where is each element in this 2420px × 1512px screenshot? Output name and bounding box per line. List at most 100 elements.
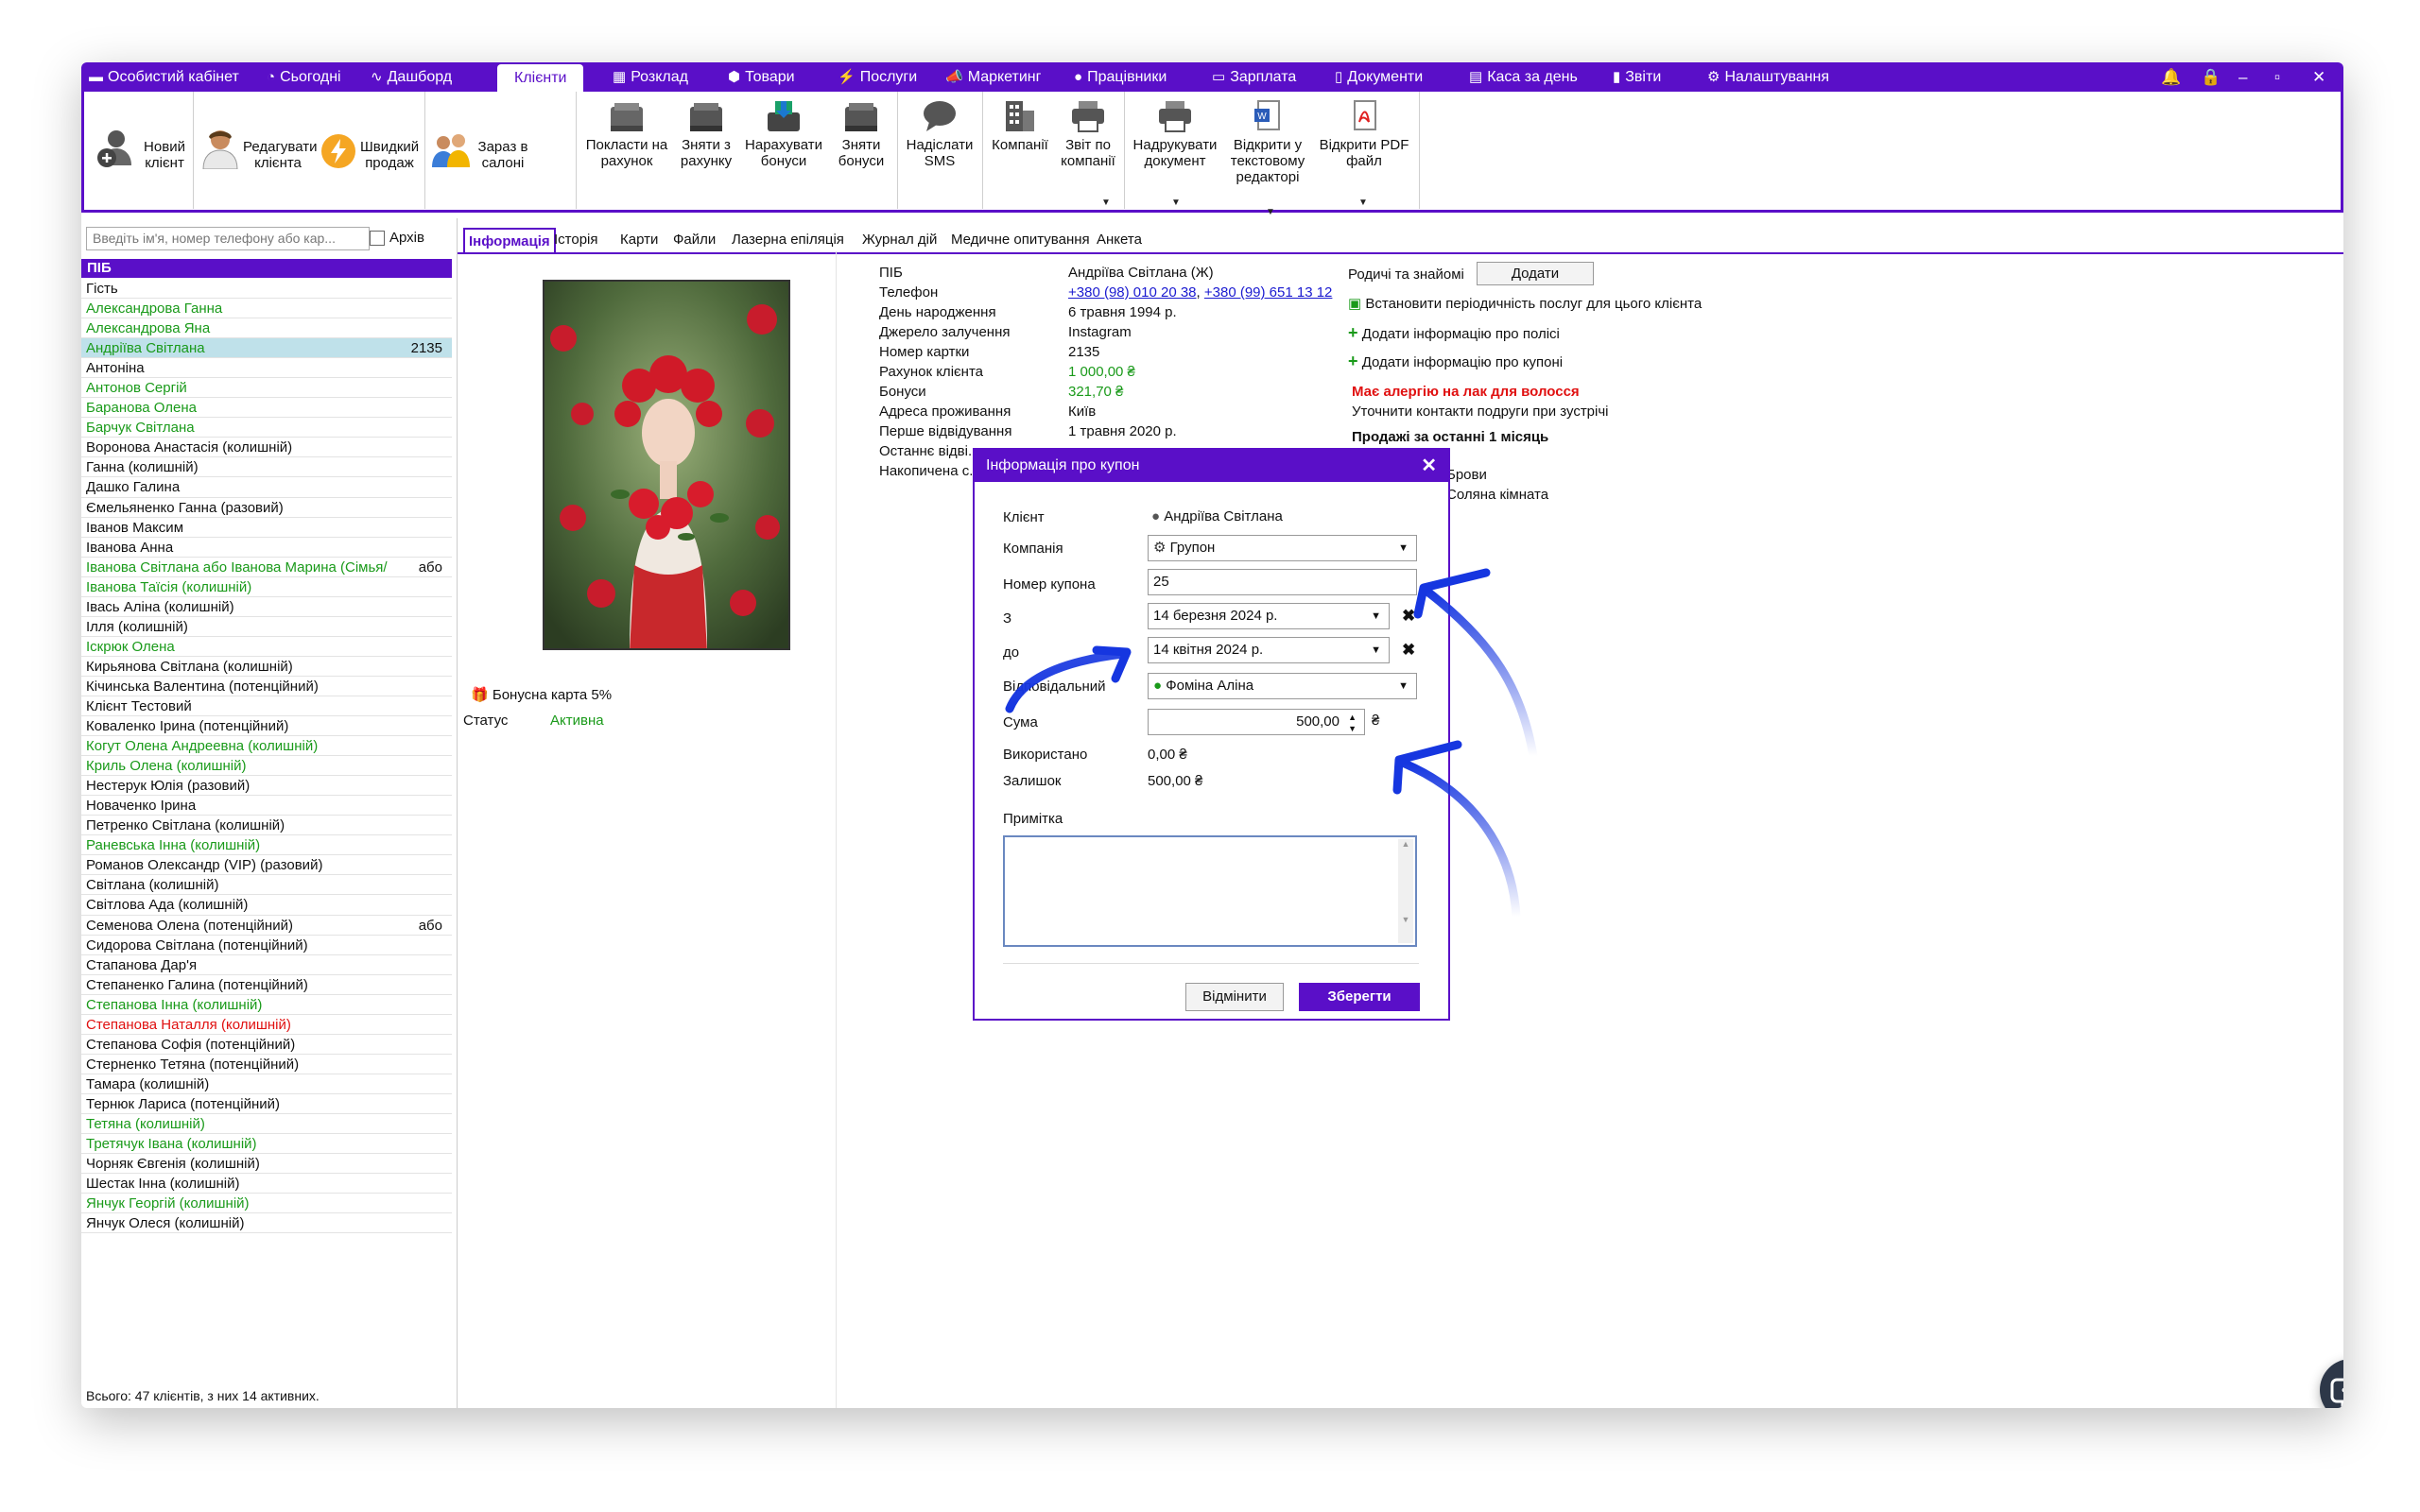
client-row[interactable]: Барчук Світлана [81, 418, 452, 438]
client-row[interactable]: Петренко Світлана (колишній) [81, 816, 452, 836]
withdraw-from-account-button[interactable]: Зняти з рахунку [676, 99, 736, 169]
client-row[interactable]: Степанова Софія (потенційний) [81, 1035, 452, 1055]
chevron-down-icon[interactable]: ▼ [1101, 198, 1111, 208]
client-row[interactable]: Сидорова Світлана (потенційний) [81, 936, 452, 955]
print-document-button[interactable]: Надрукувати документ [1130, 99, 1220, 169]
menu-today[interactable]: ◔ Сьогодні [267, 62, 341, 92]
tab-history[interactable]: Історія [554, 228, 598, 252]
client-row[interactable]: Степанова Наталля (колишній) [81, 1015, 452, 1035]
client-row[interactable]: Новаченко Ірина [81, 796, 452, 816]
bell-icon[interactable]: 🔔 [2161, 62, 2181, 92]
client-row[interactable]: Іскрюк Олена [81, 637, 452, 657]
menu-reports[interactable]: ▮ Звіти [1613, 62, 1661, 92]
client-photo[interactable] [543, 280, 790, 650]
add-coupon-link[interactable]: + Додати інформацію про купоні [1348, 352, 1563, 371]
menu-employees[interactable]: ● Працівники [1074, 62, 1167, 92]
client-row[interactable]: Степанова Інна (колишній) [81, 995, 452, 1015]
quick-sale-button[interactable]: Швидкий продаж [360, 139, 419, 171]
menu-clients[interactable]: Клієнти [497, 64, 584, 92]
client-row[interactable]: Тернюк Лариса (потенційний) [81, 1094, 452, 1114]
client-row[interactable]: Романов Олександр (VIP) (разовий) [81, 855, 452, 876]
client-row[interactable]: Шестак Інна (колишній) [81, 1174, 452, 1194]
client-row[interactable]: Раневська Інна (колишній) [81, 835, 452, 856]
client-row[interactable]: Третячук Івана (колишній) [81, 1134, 452, 1155]
client-row[interactable]: Стапанова Дар'я [81, 955, 452, 975]
client-row[interactable]: Стерненко Тетяна (потенційний) [81, 1055, 452, 1074]
client-row[interactable]: Семенова Олена (потенційний) або [81, 916, 452, 936]
menu-personal-cabinet[interactable]: ▬ Особистий кабінет [89, 62, 239, 92]
client-row[interactable]: Янчук Георгій (колишній) [81, 1194, 452, 1214]
chevron-down-icon[interactable]: ▼ [1266, 207, 1275, 217]
menu-daily-cash[interactable]: ▤ Каса за день [1469, 62, 1578, 92]
open-pdf-button[interactable]: Відкрити PDF файл [1313, 99, 1415, 169]
chat-support-button[interactable] [2320, 1359, 2343, 1408]
client-row[interactable]: Іванов Максим [81, 518, 452, 538]
client-row[interactable]: Світлана (колишній) [81, 875, 452, 896]
tab-questionnaire[interactable]: Анкета [1097, 228, 1142, 252]
menu-dashboard[interactable]: ∿ Дашборд [371, 62, 452, 92]
client-row[interactable]: Александрова Яна [81, 318, 452, 339]
tab-info[interactable]: Інформація [463, 228, 556, 252]
client-row[interactable]: Тетяна (колишній) [81, 1114, 452, 1135]
lock-icon[interactable]: 🔒 [2201, 62, 2221, 92]
note-textarea[interactable]: ▲ ▼ [1003, 835, 1417, 947]
client-row[interactable]: Іванова Анна [81, 538, 452, 558]
menu-services[interactable]: ⚡ Послуги [838, 62, 917, 92]
new-client-button[interactable]: Новий клієнт [141, 139, 188, 171]
client-row[interactable]: Іванова Таїсія (колишній) [81, 577, 452, 597]
clear-to-icon[interactable]: ✖ [1402, 641, 1415, 660]
client-row[interactable]: Кирьянова Світлана (колишній) [81, 657, 452, 677]
close-icon[interactable]: ✕ [1421, 450, 1437, 482]
client-row[interactable]: Андріїва Світлана 2135 [81, 338, 452, 359]
archive-checkbox[interactable] [370, 231, 385, 246]
client-row[interactable]: Степаненко Галина (потенційний) [81, 975, 452, 995]
spinner-icon[interactable]: ▲ ▼ [1348, 712, 1357, 734]
tab-medical-survey[interactable]: Медичне опитування [951, 228, 1090, 252]
client-row[interactable]: Тамара (колишній) [81, 1074, 452, 1094]
client-row[interactable]: Янчук Олеся (колишній) [81, 1213, 452, 1234]
menu-documents[interactable]: ▯ Документи [1335, 62, 1423, 92]
tab-cards[interactable]: Карти [620, 228, 658, 252]
minimize-icon[interactable]: – [2238, 62, 2247, 92]
sum-input[interactable]: 500,00 ▲ ▼ [1148, 709, 1365, 735]
save-button[interactable]: Зберегти [1299, 983, 1420, 1011]
client-search-input[interactable]: Введіть ім'я, номер телефону або кар... [86, 227, 370, 250]
client-row[interactable]: Ганна (колишній) [81, 457, 452, 478]
client-row[interactable]: Криль Олена (колишній) [81, 756, 452, 777]
client-row[interactable]: Дашко Галина [81, 477, 452, 498]
menu-salary[interactable]: ▭ Зарплата [1212, 62, 1296, 92]
to-date-picker[interactable]: 14 квітня 2024 р. ▼ [1148, 637, 1390, 663]
company-select[interactable]: ⚙ Групон ▼ [1148, 535, 1417, 561]
client-row[interactable]: Кічинська Валентина (потенційний) [81, 677, 452, 696]
edit-client-button[interactable]: Редагувати клієнта [243, 139, 318, 171]
withdraw-bonuses-button[interactable]: Зняти бонуси [831, 99, 891, 169]
set-periodicity-link[interactable]: ▣ Встановити періодичність послуг для ць… [1348, 295, 1702, 312]
menu-marketing[interactable]: 📣 Маркетинг [945, 62, 1041, 92]
client-row[interactable]: Антонов Сергій [81, 378, 452, 399]
send-sms-button[interactable]: Надіслати SMS [903, 99, 977, 169]
company-report-button[interactable]: Звіт по компанії [1058, 99, 1118, 169]
client-list-header[interactable]: ПІБ [81, 259, 452, 278]
scrollbar[interactable]: ▲ ▼ [1398, 839, 1413, 943]
client-row[interactable]: Гість [81, 279, 452, 300]
cancel-button[interactable]: Відмінити [1185, 983, 1284, 1011]
client-row[interactable]: Світлова Ада (колишній) [81, 895, 452, 916]
client-row[interactable]: Коваленко Ірина (потенційний) [81, 716, 452, 737]
client-row[interactable]: Антоніна [81, 358, 452, 379]
in-salon-button[interactable]: Зараз в салоні [475, 139, 530, 171]
responsible-select[interactable]: ● Фоміна Аліна ▼ [1148, 673, 1417, 699]
open-in-editor-button[interactable]: W Відкрити у текстовому редакторі [1224, 99, 1311, 185]
clear-from-icon[interactable]: ✖ [1402, 607, 1415, 626]
coupon-number-input[interactable]: 25 [1148, 569, 1417, 595]
from-date-picker[interactable]: 14 березня 2024 р. ▼ [1148, 603, 1390, 629]
tab-action-log[interactable]: Журнал дій [862, 228, 937, 252]
client-row[interactable]: Чорняк Євгенія (колишній) [81, 1154, 452, 1175]
client-row[interactable]: Когут Олена Андреевна (колишній) [81, 736, 452, 757]
phone-link[interactable]: +380 (99) 651 13 12 [1204, 284, 1333, 301]
tab-laser-epilation[interactable]: Лазерна епіляція [732, 228, 844, 252]
add-policy-link[interactable]: + Додати інформацію про полісі [1348, 323, 1560, 343]
client-row[interactable]: Ємельяненко Ганна (разовий) [81, 498, 452, 518]
add-relative-button[interactable]: Додати [1477, 262, 1594, 285]
client-row[interactable]: Нестерук Юлія (разовий) [81, 776, 452, 797]
companies-button[interactable]: Компанії [988, 99, 1052, 153]
